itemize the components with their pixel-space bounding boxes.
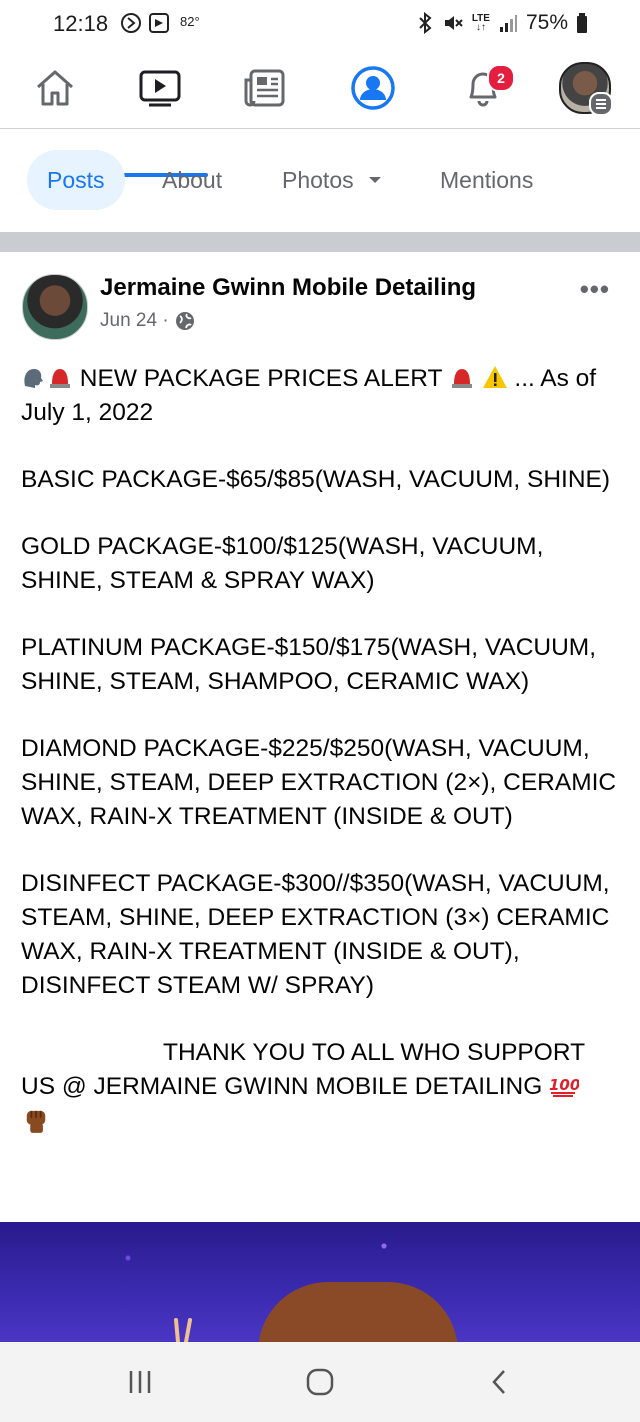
- home-circle-icon: [306, 1368, 334, 1396]
- mute-icon: [444, 16, 463, 30]
- recent-apps-icon: [129, 1371, 151, 1393]
- signal-icon: [499, 15, 517, 32]
- raised-fist-icon: [26, 1110, 46, 1133]
- status-right-icons: LTE ↓↑ 75%: [416, 11, 588, 35]
- disinfect-package: DISINFECT PACKAGE-$300//$350(WASH, VACUU…: [21, 870, 610, 999]
- notification-badge: 2: [487, 64, 515, 92]
- back-icon: [492, 1370, 505, 1394]
- diamond-package: DIAMOND PACKAGE-$225/$250(WASH, VACUUM, …: [21, 735, 617, 830]
- hundred-points-icon: 100: [549, 1076, 579, 1097]
- menu-icon: [589, 92, 613, 116]
- system-navigation-bar: [0, 1342, 640, 1422]
- svg-text:100: 100: [549, 1076, 579, 1094]
- status-time: 12:18: [53, 11, 109, 36]
- post-date[interactable]: Jun 24 ·: [100, 310, 169, 332]
- post-header: Jermaine Gwinn Mobile Detailing Jun 24 ·…: [0, 252, 640, 352]
- nav-notifications[interactable]: 2: [443, 60, 523, 116]
- siren-icon: [50, 369, 70, 388]
- tab-posts[interactable]: Posts: [27, 150, 125, 210]
- news-icon: [244, 69, 285, 107]
- more-options-button[interactable]: •••: [580, 274, 610, 305]
- profile-icon: [351, 66, 395, 110]
- menu-avatar: [559, 62, 613, 116]
- thanks-line: THANK YOU TO ALL WHO SUPPORT US @ JERMAI…: [21, 1036, 621, 1140]
- alert-line: NEW PACKAGE PRICES ALERT ... As of July …: [21, 365, 597, 426]
- caret-down-icon: [368, 177, 381, 183]
- basic-package: BASIC PACKAGE-$65/$85(WASH, VACUUM, SHIN…: [21, 466, 611, 493]
- post-body: NEW PACKAGE PRICES ALERT ... As of July …: [21, 362, 621, 1173]
- home-button[interactable]: [290, 1360, 350, 1404]
- peace-sign-icon: [174, 1318, 192, 1342]
- nav-menu[interactable]: [545, 60, 625, 116]
- image-figure: [258, 1282, 458, 1342]
- bluetooth-icon: [419, 12, 432, 34]
- post-author[interactable]: Jermaine Gwinn Mobile Detailing: [100, 274, 476, 302]
- globe-icon: [175, 312, 194, 330]
- tab-mentions[interactable]: Mentions: [440, 150, 533, 210]
- battery-percent: 75%: [525, 11, 568, 34]
- siren-icon: [451, 369, 472, 388]
- nav-home[interactable]: [15, 60, 95, 116]
- post-image[interactable]: [0, 1222, 640, 1342]
- platinum-package: PLATINUM PACKAGE-$150/$175(WASH, VACUUM,…: [21, 634, 596, 695]
- battery-icon: [577, 13, 587, 33]
- tab-about[interactable]: About: [162, 150, 222, 210]
- page-tabs: Posts About Photos Mentions: [0, 130, 640, 230]
- top-navigation: 2: [0, 50, 640, 177]
- back-button[interactable]: [470, 1360, 530, 1404]
- nav-profile[interactable]: [333, 60, 413, 116]
- author-avatar[interactable]: [22, 274, 88, 340]
- warning-icon: [482, 366, 507, 388]
- tab-photos[interactable]: Photos: [282, 150, 384, 210]
- post-meta: Jun 24 ·: [100, 310, 195, 332]
- nav-news[interactable]: [226, 60, 306, 116]
- nav-video[interactable]: [120, 60, 200, 116]
- recent-apps-button[interactable]: [110, 1360, 170, 1404]
- gold-package: GOLD PACKAGE-$100/$125(WASH, VACUUM, SHI…: [21, 533, 544, 594]
- status-temperature: 82°: [180, 13, 200, 29]
- speaking-head-icon: [24, 369, 43, 388]
- data-saver-icon: [121, 13, 141, 33]
- video-icon: [139, 70, 181, 107]
- section-divider: [0, 232, 640, 252]
- home-icon: [37, 70, 73, 106]
- status-bar: 12:18 82° LTE ↓↑ 75%: [0, 0, 640, 46]
- network-type: LTE ↓↑: [471, 13, 490, 33]
- status-left-icons: 82°: [120, 12, 200, 34]
- app-notification-icon: [149, 13, 169, 33]
